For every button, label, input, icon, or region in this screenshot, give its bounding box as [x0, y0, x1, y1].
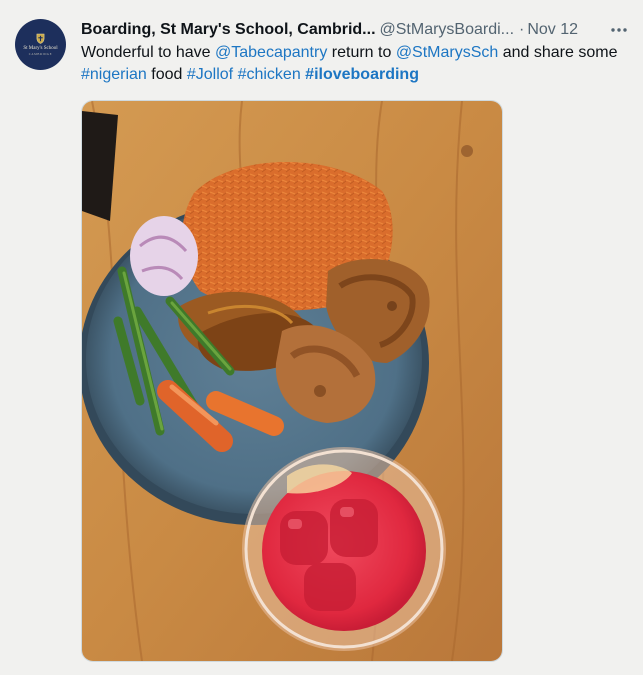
hashtag-iloveboarding[interactable]: #iloveboarding	[305, 66, 419, 83]
hashtag-chicken[interactable]: #chicken	[238, 66, 301, 83]
display-name[interactable]: Boarding, St Mary's School, Cambrid...	[81, 21, 376, 38]
hashtag-nigerian[interactable]: #nigerian	[81, 66, 147, 83]
text-segment: Wonderful to have	[81, 44, 216, 61]
text-segment: food	[146, 66, 187, 83]
mention-stmaryssch[interactable]: @StMarysSch	[396, 44, 498, 61]
separator-dot: ·	[519, 21, 525, 38]
more-options-icon[interactable]	[609, 23, 629, 37]
tweet-text: Wonderful to have @Tabecapantry return t…	[81, 42, 636, 86]
user-handle[interactable]: @StMarysBoardi...	[380, 21, 515, 38]
hashtag-jollof[interactable]: #Jollof	[187, 66, 233, 83]
crest-icon	[36, 33, 45, 44]
tweet-photo[interactable]	[81, 100, 503, 662]
tweet[interactable]: St Mary's School CAMBRIDGE Boarding, St …	[0, 0, 643, 675]
mention-tabecapantry[interactable]: @Tabecapantry	[215, 44, 327, 61]
food-photo-illustration	[82, 101, 502, 661]
avatar-school-sub: CAMBRIDGE	[28, 52, 53, 56]
text-segment: return to	[327, 44, 396, 61]
tweet-header: Boarding, St Mary's School, Cambrid... @S…	[81, 19, 629, 41]
text-segment: and share some	[498, 44, 618, 61]
avatar[interactable]: St Mary's School CAMBRIDGE	[15, 19, 66, 70]
tweet-date[interactable]: Nov 12	[527, 21, 578, 38]
